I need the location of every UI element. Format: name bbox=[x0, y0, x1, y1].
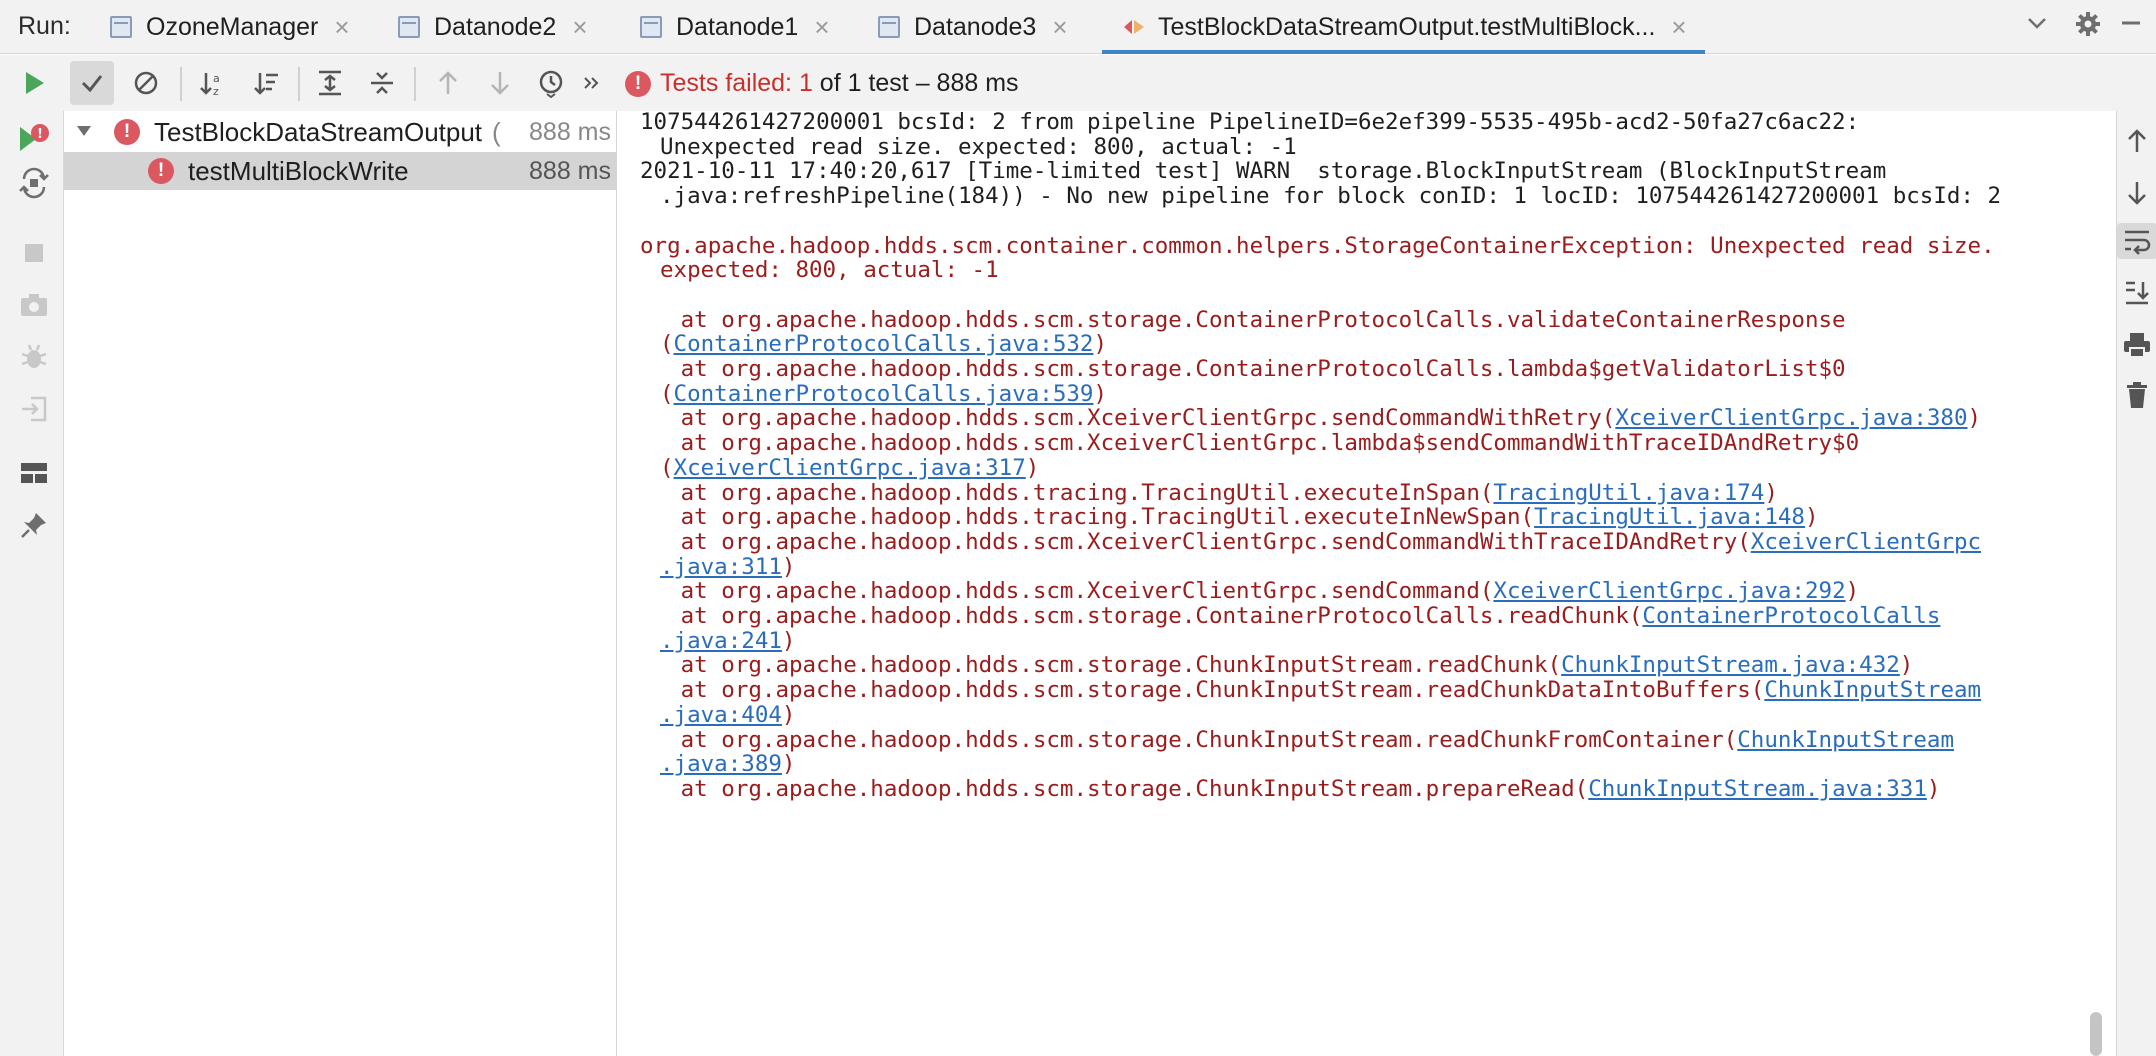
run-icon[interactable] bbox=[12, 61, 56, 105]
run-config-icon bbox=[110, 16, 132, 38]
svg-text:!: ! bbox=[37, 127, 43, 142]
close-icon[interactable]: × bbox=[814, 12, 829, 43]
toolbar-separator bbox=[180, 67, 182, 101]
chevron-down-icon[interactable] bbox=[74, 117, 96, 148]
source-link[interactable]: ChunkInputStream.java:331 bbox=[1588, 776, 1927, 802]
pin-icon[interactable] bbox=[14, 505, 54, 545]
stop-icon[interactable] bbox=[14, 233, 54, 273]
svg-text:z: z bbox=[213, 85, 219, 97]
source-link[interactable]: XceiverClientGrpc bbox=[1751, 529, 1981, 555]
source-link[interactable]: ChunkInputStream bbox=[1764, 677, 1981, 703]
chevron-down-icon[interactable] bbox=[2024, 10, 2050, 43]
tab-test-run[interactable]: TestBlockDataStreamOutput.testMultiBlock… bbox=[1102, 0, 1705, 54]
tab-label: Datanode1 bbox=[676, 12, 799, 41]
tests-count-label: of 1 test – 888 ms bbox=[812, 69, 1019, 97]
console-line: at org.apache.hadoop.hdds.scm.storage.Ch… bbox=[640, 673, 1981, 707]
test-time: 888 ms bbox=[529, 156, 611, 185]
next-failed-icon[interactable] bbox=[478, 61, 522, 105]
scroll-down-icon[interactable] bbox=[2121, 175, 2153, 211]
console-scrollbar[interactable] bbox=[2090, 1012, 2102, 1056]
minimize-icon[interactable] bbox=[2118, 10, 2144, 44]
test-name: testMultiBlockWrite bbox=[188, 155, 409, 186]
failed-test-icon: ! bbox=[114, 119, 140, 145]
prev-failed-icon[interactable] bbox=[426, 61, 470, 105]
clear-icon[interactable] bbox=[2121, 377, 2153, 413]
toggle-autotest-icon[interactable] bbox=[14, 163, 54, 203]
test-toolbar: az ! Tests failed: 1 of 1 test – 888 ms bbox=[0, 55, 2156, 111]
history-icon[interactable] bbox=[530, 61, 574, 105]
show-ignored-icon[interactable] bbox=[124, 61, 168, 105]
suite-name: TestBlockDataStreamOutput bbox=[154, 116, 483, 147]
toolbar-separator bbox=[414, 67, 416, 101]
run-config-icon bbox=[398, 16, 420, 38]
stack-frame-text: at org.apache.hadoop.hdds.scm.storage.Ch… bbox=[640, 726, 1738, 753]
tests-failed-label: Tests failed: 1 bbox=[660, 69, 813, 97]
console-line: .java:refreshPipeline(184)) - No new pip… bbox=[660, 183, 2002, 210]
stack-frame-text: at org.apache.hadoop.hdds.scm.XceiverCli… bbox=[640, 528, 1751, 555]
left-action-strip: ! bbox=[0, 111, 64, 1056]
tab-label: Datanode2 bbox=[434, 12, 557, 41]
sort-alpha-icon[interactable]: az bbox=[190, 61, 234, 105]
close-icon[interactable]: × bbox=[572, 12, 587, 43]
test-run-icon bbox=[1124, 20, 1144, 34]
debug-icon[interactable] bbox=[14, 337, 54, 377]
console-output[interactable]: 107544261427200001 bcsId: 2 from pipelin… bbox=[618, 111, 2074, 1056]
layout-icon[interactable] bbox=[14, 453, 54, 493]
tree-test-row[interactable]: ! testMultiBlockWrite 888 ms bbox=[64, 152, 617, 190]
tab-ozonemanager[interactable]: OzoneManager × bbox=[110, 0, 350, 54]
stack-frame-text: at org.apache.hadoop.hdds.scm.storage.Ch… bbox=[640, 677, 1765, 704]
right-action-strip bbox=[2116, 111, 2156, 1056]
run-label: Run: bbox=[18, 12, 71, 40]
close-icon[interactable]: × bbox=[1671, 12, 1686, 43]
console-line: at org.apache.hadoop.hdds.scm.storage.Ch… bbox=[640, 772, 1941, 806]
show-passed-icon[interactable] bbox=[70, 61, 114, 105]
tab-datanode1[interactable]: Datanode1 × bbox=[640, 0, 830, 54]
run-tabbar: Run: OzoneManager × Datanode2 × Datanode… bbox=[0, 0, 2156, 54]
tab-label: TestBlockDataStreamOutput.testMultiBlock… bbox=[1158, 12, 1656, 41]
stack-frame-text: ) bbox=[1967, 405, 1982, 432]
rerun-failed-icon[interactable]: ! bbox=[14, 119, 54, 159]
print-icon[interactable] bbox=[2121, 327, 2153, 363]
console-line: at org.apache.hadoop.hdds.scm.storage.Ch… bbox=[640, 723, 1954, 757]
toolbar-separator bbox=[298, 67, 300, 101]
tab-label: OzoneManager bbox=[146, 12, 319, 41]
suite-time: 888 ms bbox=[529, 117, 611, 146]
source-link[interactable]: ChunkInputStream bbox=[1737, 727, 1954, 753]
svg-text:a: a bbox=[213, 72, 220, 85]
tree-suite-row[interactable]: ! TestBlockDataStreamOutput ( 888 ms bbox=[64, 113, 617, 151]
more-icon[interactable] bbox=[576, 61, 606, 105]
tab-label: Datanode3 bbox=[914, 12, 1037, 41]
sort-duration-icon[interactable] bbox=[244, 61, 288, 105]
suite-time-prefix: ( bbox=[492, 116, 501, 147]
tab-datanode3[interactable]: Datanode3 × bbox=[878, 0, 1068, 54]
source-link[interactable]: ContainerProtocolCalls bbox=[1642, 603, 1940, 629]
gear-icon[interactable] bbox=[2074, 10, 2102, 45]
screenshot-icon[interactable] bbox=[14, 285, 54, 325]
console-line: at org.apache.hadoop.hdds.scm.XceiverCli… bbox=[640, 525, 1981, 559]
console-line: at org.apache.hadoop.hdds.scm.storage.Co… bbox=[640, 599, 1941, 633]
close-icon[interactable]: × bbox=[1052, 12, 1067, 43]
console-line: expected: 800, actual: -1 bbox=[660, 257, 999, 284]
collapse-all-icon[interactable] bbox=[360, 61, 404, 105]
scroll-up-icon[interactable] bbox=[2121, 123, 2153, 159]
run-config-icon bbox=[878, 16, 900, 38]
failed-status-icon: ! bbox=[625, 71, 651, 97]
expand-all-icon[interactable] bbox=[308, 61, 352, 105]
close-icon[interactable]: × bbox=[334, 12, 349, 43]
tab-datanode2[interactable]: Datanode2 × bbox=[398, 0, 588, 54]
run-config-icon bbox=[640, 16, 662, 38]
test-status-summary: Tests failed: 1 of 1 test – 888 ms bbox=[660, 69, 1019, 98]
failed-test-icon: ! bbox=[148, 158, 174, 184]
stack-frame-text: at org.apache.hadoop.hdds.scm.storage.Ch… bbox=[640, 775, 1589, 802]
soft-wrap-icon[interactable] bbox=[2117, 223, 2156, 259]
test-tree: ! TestBlockDataStreamOutput ( 888 ms ! t… bbox=[64, 111, 617, 1056]
scroll-to-end-icon[interactable] bbox=[2121, 275, 2153, 311]
exit-icon[interactable] bbox=[14, 389, 54, 429]
stack-frame-text: ) bbox=[1926, 775, 1941, 802]
